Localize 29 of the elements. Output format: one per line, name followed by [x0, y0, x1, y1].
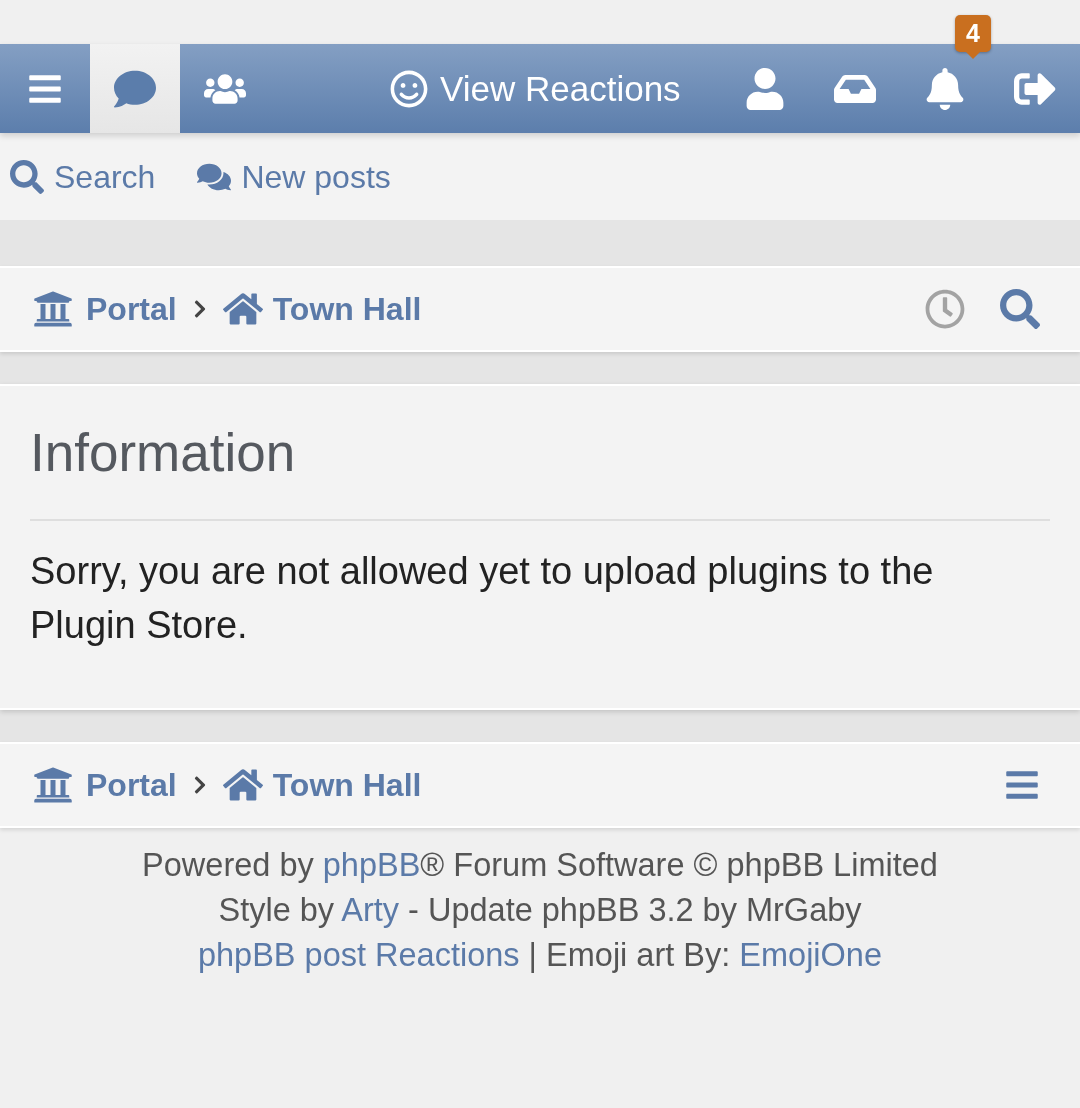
chevron-icon	[192, 775, 207, 795]
house-icon	[222, 291, 263, 327]
bell-icon	[924, 67, 966, 110]
message-text: Sorry, you are not allowed yet to upload plugins to the Plugin Store.	[30, 549, 935, 648]
footer-credit-line: Powered by phpBB® Forum Software © phpBB Limited	[142, 846, 938, 885]
search-icon	[10, 159, 44, 194]
breadcrumb-link[interactable]: Town Hall	[222, 767, 422, 803]
view-reactions-link[interactable]: View Reactions	[375, 44, 696, 133]
smiley-icon	[390, 69, 428, 108]
new-posts-link[interactable]: New posts	[197, 159, 391, 194]
search-link[interactable]: Search	[10, 159, 156, 194]
search-icon	[1000, 289, 1040, 329]
footer-credit-line: Style by Arty - Update phpBB 3.2 by MrGaby	[218, 891, 862, 930]
footer-credit-line: phpBB post Reactions | Emoji art By: EmojiOne	[197, 936, 882, 975]
chevron-icon	[192, 299, 207, 319]
search-button[interactable]	[1000, 289, 1040, 329]
breadcrumb-link[interactable]: Portal	[30, 289, 177, 329]
breadcrumb-link[interactable]: Portal	[30, 765, 177, 805]
footer-link[interactable]: phpBB	[322, 847, 421, 883]
recent-button[interactable]	[925, 289, 965, 329]
footer-link[interactable]: phpBB post Reactions	[197, 937, 520, 973]
breadcrumb-link[interactable]: Town Hall	[222, 291, 422, 327]
panel-title: Information	[30, 426, 1050, 521]
person-icon	[744, 67, 786, 110]
clock-icon	[925, 289, 965, 329]
footer-link[interactable]: Arty	[341, 892, 400, 928]
house-icon	[222, 767, 263, 803]
chat-tab[interactable]	[90, 44, 180, 133]
footer-link[interactable]: EmojiOne	[739, 937, 882, 973]
